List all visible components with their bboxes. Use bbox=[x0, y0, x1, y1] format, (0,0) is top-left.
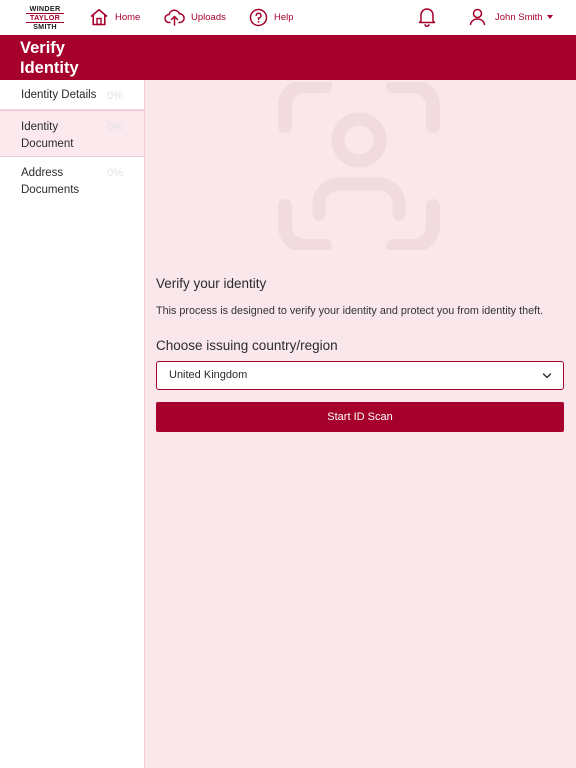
page-title: Verify Identity bbox=[20, 39, 79, 77]
country-select[interactable]: United Kingdom bbox=[156, 361, 564, 390]
bell-icon[interactable] bbox=[417, 6, 437, 27]
id-photo-placeholder-icon bbox=[278, 82, 440, 250]
user-menu[interactable]: John Smith bbox=[469, 5, 553, 29]
verify-heading: Verify your identity bbox=[156, 276, 267, 291]
nav-help-link[interactable]: Help bbox=[249, 5, 294, 29]
top-navigation-bar: WINDER TAYLOR SMITH Home Uploads Help Jo… bbox=[0, 0, 576, 35]
nav-help-label: Help bbox=[274, 11, 294, 23]
nav-home-link[interactable]: Home bbox=[89, 5, 140, 29]
start-id-scan-button[interactable]: Start ID Scan bbox=[156, 402, 564, 432]
sidebar-item-identity-details[interactable]: Identity Details 0% bbox=[0, 80, 144, 110]
sidebar-item-address-documents[interactable]: Address Documents 0% bbox=[0, 157, 144, 204]
cloud-upload-icon bbox=[164, 9, 185, 26]
nav-uploads-link[interactable]: Uploads bbox=[164, 5, 226, 29]
country-select-label: Choose issuing country/region bbox=[156, 338, 338, 353]
sidebar-item-identity-document[interactable]: Identity Document 0% bbox=[0, 110, 144, 157]
question-circle-icon bbox=[249, 8, 268, 26]
logo-line-3: SMITH bbox=[33, 22, 57, 31]
user-icon bbox=[469, 8, 486, 26]
nav-uploads-label: Uploads bbox=[191, 11, 226, 23]
home-icon bbox=[90, 9, 108, 26]
steps-sidebar: Identity Details 0% Identity Document 0%… bbox=[0, 80, 145, 768]
logo-line-1: WINDER bbox=[29, 4, 61, 13]
nav-home-label: Home bbox=[115, 11, 141, 23]
country-select-value: United Kingdom bbox=[169, 369, 248, 381]
chevron-down-icon bbox=[546, 15, 553, 19]
verify-description: This process is designed to verify your … bbox=[156, 305, 544, 317]
sidebar-item-label: Identity Details bbox=[21, 89, 97, 101]
sidebar-item-progress: 0% bbox=[107, 90, 123, 102]
sidebar-item-progress: 0% bbox=[107, 167, 123, 179]
sidebar-item-label: Address Documents bbox=[21, 167, 80, 196]
user-name: John Smith bbox=[495, 11, 543, 23]
main-content: Verify your identity This process is des… bbox=[145, 80, 576, 768]
chevron-down-icon bbox=[542, 373, 552, 379]
company-logo[interactable]: WINDER TAYLOR SMITH bbox=[26, 5, 64, 31]
page-title-banner: Verify Identity bbox=[0, 35, 576, 80]
sidebar-item-progress: 0% bbox=[107, 121, 123, 133]
sidebar-item-label: Identity Document bbox=[21, 121, 74, 150]
